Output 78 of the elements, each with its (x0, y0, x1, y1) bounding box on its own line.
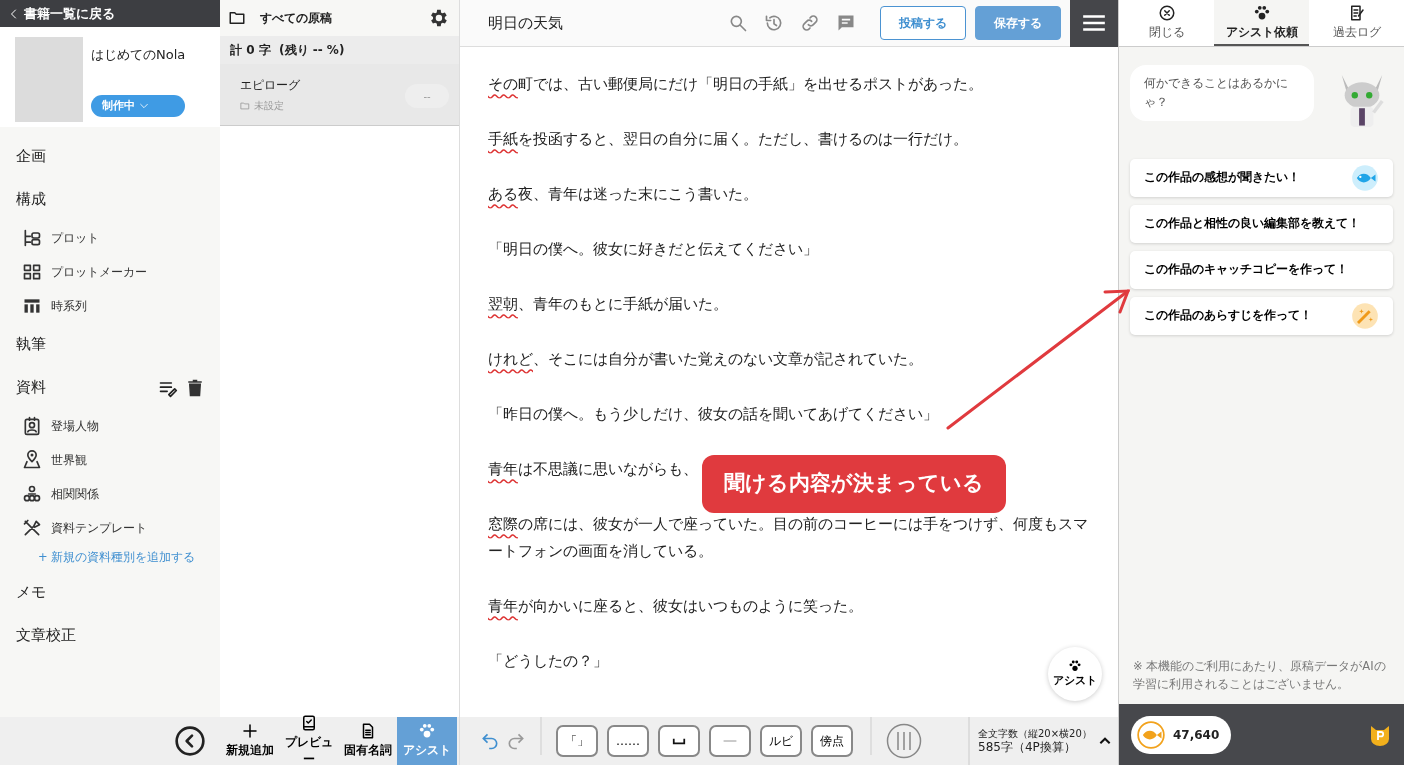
editor-paragraph: 青年が向かいに座ると、彼女はいつものように笑った。 (488, 596, 863, 617)
assist-prompt-button[interactable]: この作品の感想が聞きたい！ (1130, 159, 1393, 197)
word-count-value: 585字（4P換算） (978, 739, 1077, 756)
editor-paragraph: 青年は不思議に思いながらも、 (488, 459, 698, 480)
editor-paragraph: 「昨日の僕へ。もう少しだけ、彼女の話を聞いてあげてください」 (488, 404, 938, 425)
word-count-label: 全文字数（縦20×横20） (978, 726, 1092, 740)
trash-icon[interactable] (186, 377, 204, 398)
folder-icon[interactable] (228, 9, 246, 27)
assist-button[interactable]: アシスト (1048, 647, 1102, 701)
book-title: はじめてのNola (91, 46, 186, 64)
tree-icon (22, 228, 42, 248)
manuscript-item[interactable]: エピローグ 未設定 -- (220, 64, 459, 126)
editor-paragraph: 翌朝、青年のもとに手紙が届いた。 (488, 294, 728, 315)
toolbar-button[interactable]: 固有名詞 (338, 717, 397, 765)
folder-icon (240, 100, 250, 111)
assist-prompt-button[interactable]: この作品のあらすじを作って！ (1130, 297, 1393, 335)
format-button[interactable]: 傍点 (811, 725, 853, 757)
fish-icon (1351, 164, 1379, 192)
word-total: 計 0 字 (残り -- %) (230, 42, 345, 59)
id-card-icon (22, 416, 42, 436)
nav-item[interactable]: プロットメーカー (0, 255, 220, 289)
coin-balance: 47,640 (1131, 715, 1232, 754)
assist-prompt-button[interactable]: この作品と相性の良い編集部を教えて！ (1130, 205, 1393, 243)
nav-item[interactable]: 登場人物 (0, 409, 220, 443)
list-title: すべての原稿 (260, 10, 333, 27)
editor-paragraph: その町では、古い郵便局にだけ「明日の手紙」を出せるポストがあった。 (488, 74, 983, 95)
nav-item[interactable]: 資料テンプレート (0, 511, 220, 545)
close-icon (1157, 3, 1176, 22)
undo-icon[interactable] (480, 731, 500, 751)
link-icon[interactable] (800, 13, 820, 33)
map-pin-icon (22, 450, 42, 470)
paw-icon (1068, 659, 1082, 674)
post-button[interactable]: 投稿する (880, 6, 966, 40)
editor-paragraph: 窓際の席には、彼女が一人で座っていた。目の前のコーヒーには手をつけず、何度もスマートフォンの画面を消している。 (488, 514, 1089, 562)
nav-section[interactable]: 執筆 (16, 333, 46, 356)
format-button[interactable]: 「」 (556, 725, 598, 757)
nav-item[interactable]: 世界観 (0, 443, 220, 477)
editor-paragraph: けれど、そこには自分が書いた覚えのない文章が記されていた。 (488, 349, 923, 370)
format-button[interactable] (658, 725, 700, 757)
toolbar-button[interactable]: 新規追加 (220, 717, 279, 765)
nav-item[interactable]: プロット (0, 221, 220, 255)
fish-coin-icon (1137, 720, 1165, 749)
table-icon (22, 296, 42, 316)
history-icon[interactable] (764, 13, 784, 33)
editor-paragraph: 「どうしたの？」 (488, 651, 608, 672)
search-icon[interactable] (728, 13, 748, 33)
count-badge: -- (405, 84, 449, 108)
settings-sliders-icon[interactable] (886, 723, 922, 759)
nav-section[interactable]: 資料 (16, 376, 46, 399)
paw-icon (1252, 3, 1271, 22)
annotation-callout: 聞ける内容が決まっている (702, 455, 1006, 513)
plus-icon (240, 722, 259, 741)
toolbar-button[interactable]: プレビュー (279, 717, 338, 765)
format-button[interactable]: …… (607, 725, 649, 757)
editor-paragraph: ある夜、青年は迷った末にこう書いた。 (488, 184, 758, 205)
speech-bubble: 何かできることはあるかにゃ？ (1130, 65, 1314, 122)
nav-item[interactable]: 時系列 (0, 289, 220, 323)
format-button[interactable]: ルビ (760, 725, 802, 757)
people-icon (22, 484, 42, 504)
nav-section[interactable]: 文章校正 (16, 624, 76, 647)
menu-button[interactable] (1070, 0, 1118, 47)
nav-item[interactable]: 相関関係 (0, 477, 220, 511)
panel-tab[interactable]: アシスト依頼 (1214, 0, 1309, 46)
privacy-notice: ※ 本機能のご利用にあたり、原稿データがAIの学習に利用されることはございません。 (1132, 658, 1387, 694)
nav-section[interactable]: 構成 (16, 188, 46, 211)
magic-wand-icon (1351, 302, 1379, 330)
tools-icon (22, 518, 42, 538)
editor-paragraph: 「明日の僕へ。彼女に好きだと伝えてください」 (488, 239, 818, 260)
format-button[interactable] (709, 725, 751, 757)
nav-section[interactable]: メモ (16, 581, 46, 604)
editor-paragraph: 手紙を投函すると、翌日の自分に届く。ただし、書けるのは一行だけ。 (488, 129, 968, 150)
assist-prompt-button[interactable]: この作品のキャッチコピーを作って！ (1130, 251, 1393, 289)
comment-icon[interactable] (836, 13, 856, 33)
collapse-icon[interactable] (174, 725, 206, 757)
document-title: 明日の天気 (488, 12, 564, 34)
grid-icon (22, 262, 42, 282)
back-link[interactable]: 書籍一覧に戻る (0, 0, 220, 27)
nav-section[interactable]: 企画 (16, 145, 46, 168)
